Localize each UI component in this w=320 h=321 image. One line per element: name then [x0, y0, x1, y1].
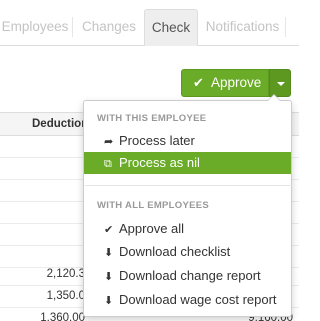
share-arrow-icon: ➦ — [104, 136, 114, 148]
menu-section-header: WITH ALL EMPLOYEES — [97, 200, 210, 211]
tab-notifications[interactable]: Notifications — [200, 9, 285, 45]
check-icon: ✔ — [104, 224, 114, 236]
menu-section-header: WITH THIS EMPLOYEE — [97, 113, 207, 124]
table-cell: 1,350.0 — [46, 290, 85, 302]
menu-item-label: Download wage cost report — [119, 292, 277, 307]
tab-check[interactable]: Check — [144, 9, 198, 46]
menu-item-download-change-report[interactable]: ⬇ Download change report — [84, 265, 291, 287]
tab-divider — [72, 17, 73, 37]
menu-item-approve-all[interactable]: ✔ Approve all — [84, 218, 291, 240]
tab-bar: Employees Changes Check Notifications — [0, 9, 299, 46]
table-cell: 2,120.3 — [46, 268, 85, 280]
tab-changes[interactable]: Changes — [75, 9, 143, 45]
menu-divider — [85, 185, 292, 186]
approve-dropdown-toggle[interactable] — [269, 69, 291, 97]
download-icon: ⬇ — [104, 271, 114, 283]
menu-item-download-wage-cost-report[interactable]: ⬇ Download wage cost report — [84, 289, 291, 311]
download-icon: ⬇ — [104, 247, 114, 259]
check-icon: ✔ — [193, 75, 204, 90]
tab-divider — [285, 17, 286, 37]
menu-item-label: Process later — [119, 133, 195, 148]
menu-item-label: Download change report — [119, 268, 261, 283]
table-cell: 1,360.00 — [40, 312, 85, 321]
menu-item-process-later[interactable]: ➦ Process later — [84, 130, 291, 152]
approve-dropdown-menu: WITH THIS EMPLOYEE ➦ Process later ⧉ Proce… — [83, 94, 292, 317]
menu-item-label: Download checklist — [119, 244, 231, 259]
external-link-icon: ⧉ — [104, 158, 112, 170]
menu-item-label: Approve all — [119, 221, 185, 236]
download-icon: ⬇ — [104, 295, 114, 307]
menu-item-download-checklist[interactable]: ⬇ Download checklist — [84, 241, 291, 263]
menu-item-process-as-nil[interactable]: ⧉ Process as nil — [84, 152, 291, 174]
approve-button[interactable]: ✔ Approve — [181, 69, 269, 97]
tab-employees[interactable]: Employees — [0, 9, 70, 45]
menu-item-label: Process as nil — [119, 155, 200, 170]
approve-label: Approve — [211, 75, 262, 90]
